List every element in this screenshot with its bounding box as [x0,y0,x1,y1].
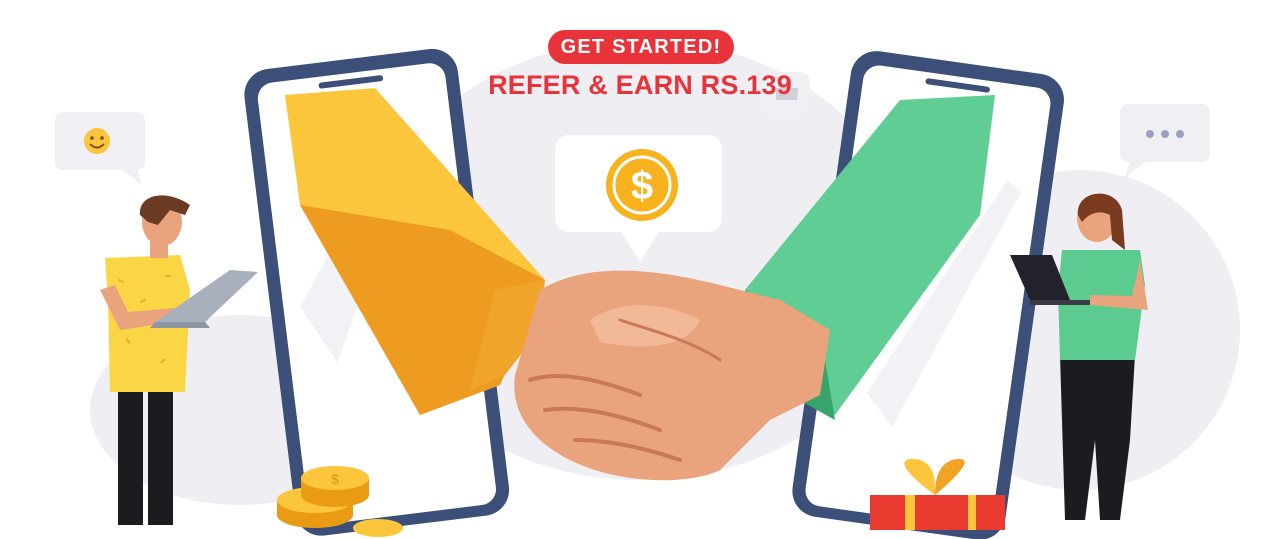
get-started-button[interactable]: GET STARTED! [548,30,734,64]
refer-and-earn-banner: $ $ GET STARTED! REFER & EARN RS.139 [0,0,1279,539]
svg-text:$: $ [631,164,653,208]
refer-earn-headline: REFER & EARN RS.139 [488,70,792,100]
typing-bubble [1120,104,1210,178]
svg-text:$: $ [331,471,339,487]
typing-dots-icon [1146,130,1184,138]
smile-emoji-icon [84,128,110,154]
smile-bubble [55,112,145,185]
handshake [514,270,830,481]
